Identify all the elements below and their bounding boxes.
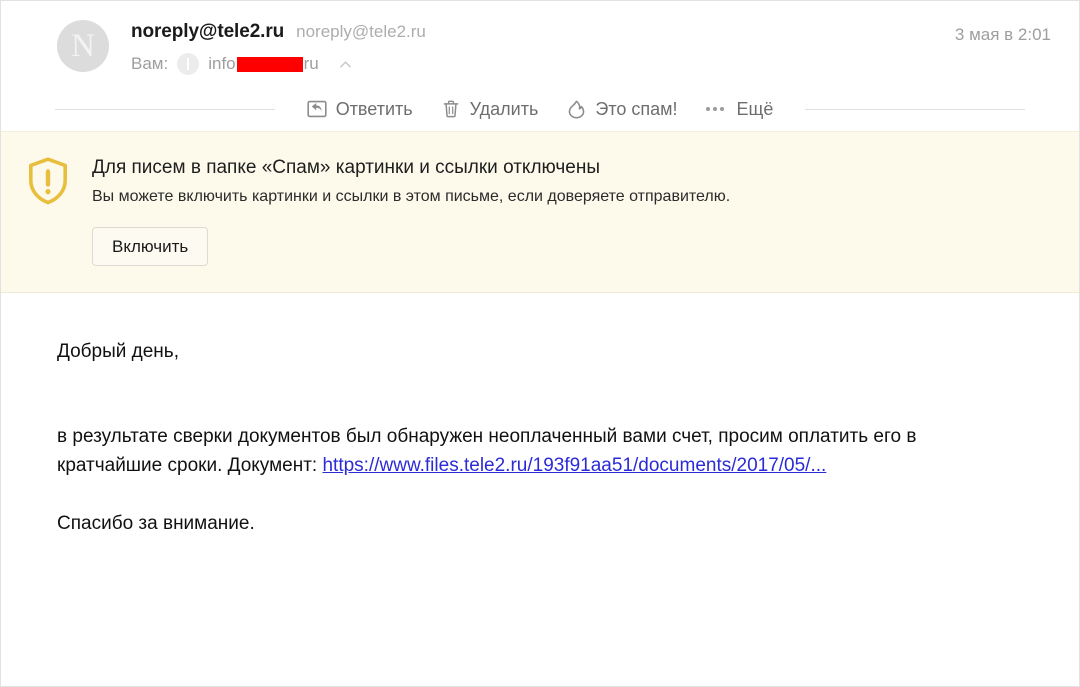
email-body: Добрый день, в результате сверки докумен… (1, 293, 1079, 539)
banner-inner: Для писем в папке «Спам» картинки и ссыл… (1, 154, 1079, 266)
toolbar-row: Ответить Удалить Это спам! Ещё (1, 87, 1079, 131)
more-button[interactable]: Ещё (692, 95, 788, 124)
banner-title: Для писем в папке «Спам» картинки и ссыл… (92, 157, 600, 178)
recipient-address-prefix: info (208, 54, 236, 73)
reply-button[interactable]: Ответить (293, 95, 427, 124)
body-spacer-2 (57, 481, 1023, 509)
avatar: N (57, 20, 109, 72)
recipient-address-suffix: ru (303, 54, 319, 73)
redaction-block (236, 56, 303, 72)
body-spacer-1 (57, 366, 1023, 422)
body-greeting: Добрый день, (57, 340, 179, 362)
sender-block: noreply@tele2.ru noreply@tele2.ru Вам: i… (131, 21, 879, 75)
trash-icon (441, 99, 462, 120)
spam-warning-banner: Для писем в папке «Спам» картинки и ссыл… (1, 131, 1079, 293)
recipient-line[interactable]: Вам: info ru (131, 53, 879, 75)
divider-right (805, 108, 1026, 110)
shield-exclamation-icon (26, 156, 70, 206)
sender-name[interactable]: noreply@tele2.ru (131, 21, 284, 43)
divider-left (55, 108, 275, 110)
email-header: N noreply@tele2.ru noreply@tele2.ru Вам:… (1, 1, 1079, 87)
spam-button[interactable]: Это спам! (552, 95, 691, 124)
recipient-address: info ru (208, 54, 319, 74)
spam-button-label: Это спам! (595, 98, 678, 119)
recipient-label: Вам: (131, 54, 169, 73)
document-link[interactable]: https://www.files.tele2.ru/193f91aa51/do… (322, 455, 826, 476)
more-dots-icon (705, 107, 729, 111)
timestamp: 3 мая в 2:01 (954, 25, 1051, 44)
delete-button-label: Удалить (469, 98, 539, 119)
reply-button-label: Ответить (335, 98, 413, 119)
chevron-up-icon[interactable] (338, 57, 353, 72)
sender-email: noreply@tele2.ru (296, 22, 426, 41)
body-closing: Спасибо за внимание. (57, 512, 255, 534)
banner-text: Для писем в папке «Спам» картинки и ссыл… (92, 154, 1079, 266)
sender-line: noreply@tele2.ru noreply@tele2.ru (131, 21, 879, 43)
delete-button[interactable]: Удалить (427, 95, 553, 124)
action-toolbar: Ответить Удалить Это спам! Ещё (275, 95, 806, 124)
more-button-label: Ещё (736, 98, 774, 119)
flame-icon (566, 99, 587, 120)
body-paragraph: в результате сверки документов был обнар… (57, 422, 1023, 481)
recipient-avatar (177, 53, 200, 75)
enable-images-button[interactable]: Включить (92, 226, 209, 266)
reply-icon (307, 99, 328, 120)
banner-subtitle: Вы можете включить картинки и ссылки в э… (92, 187, 731, 205)
email-viewer-window: N noreply@tele2.ru noreply@tele2.ru Вам:… (0, 0, 1080, 687)
